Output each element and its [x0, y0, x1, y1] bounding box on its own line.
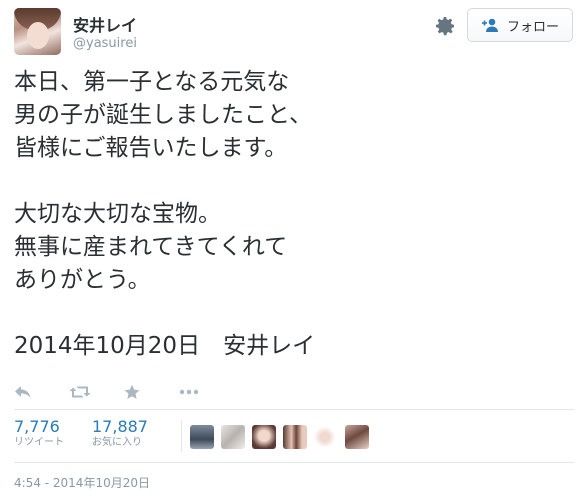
tweet-stats: 7,776 リツイート 17,887 お気に入り — [14, 418, 176, 450]
more-dots-icon[interactable] — [179, 382, 234, 402]
favoriter-avatar[interactable] — [345, 425, 369, 449]
person-add-icon — [481, 18, 498, 32]
follow-button[interactable]: フォロー — [467, 8, 573, 42]
favoriter-avatar[interactable] — [314, 425, 338, 449]
favorite-count-number: 17,887 — [92, 417, 148, 436]
favoriters-avatars — [190, 425, 369, 449]
retweet-count[interactable]: 7,776 リツイート — [14, 418, 64, 450]
divider — [14, 409, 574, 410]
favoriter-avatar[interactable] — [252, 425, 276, 449]
favorite-star-icon[interactable] — [124, 382, 179, 402]
follow-label: フォロー — [506, 19, 559, 35]
tweet-line: 大切な大切な宝物。 — [14, 201, 221, 227]
avatar[interactable] — [14, 8, 61, 55]
favoriter-avatar[interactable] — [190, 425, 214, 449]
tweet-line: 皆様にご報告いたします。 — [14, 135, 288, 161]
avatar-face — [27, 22, 49, 49]
gear-icon[interactable] — [433, 14, 457, 38]
favoriter-avatar[interactable] — [283, 425, 307, 449]
retweet-icon[interactable] — [69, 382, 124, 402]
tweet-line: 本日、第一子となる元気な — [14, 69, 290, 95]
stats-separator — [181, 420, 182, 452]
favorite-count-label: お気に入り — [92, 437, 142, 448]
tweet-line: 無事に産まれてきてくれて — [14, 234, 288, 260]
tweet-line: 男の子が誕生しましたこと、 — [14, 102, 313, 128]
display-name[interactable]: 安井レイ — [73, 12, 137, 36]
favoriter-avatar[interactable] — [221, 425, 245, 449]
tweet-timestamp[interactable]: 4:54 - 2014年10月20日 — [14, 474, 150, 491]
reply-icon[interactable] — [14, 382, 69, 402]
tweet-line: 2014年10月20日 安井レイ — [14, 333, 316, 359]
retweet-count-number: 7,776 — [14, 417, 60, 436]
favorite-count[interactable]: 17,887 お気に入り — [92, 418, 148, 450]
retweet-count-label: リツイート — [14, 437, 64, 448]
tweet-text: 本日、第一子となる元気な 男の子が誕生しましたこと、 皆様にご報告いたします。 … — [14, 66, 574, 363]
user-handle[interactable]: @yasuirei — [73, 36, 137, 51]
tweet-line: ありがとう。 — [14, 267, 151, 293]
tweet-actions — [14, 382, 234, 402]
divider — [14, 462, 574, 463]
